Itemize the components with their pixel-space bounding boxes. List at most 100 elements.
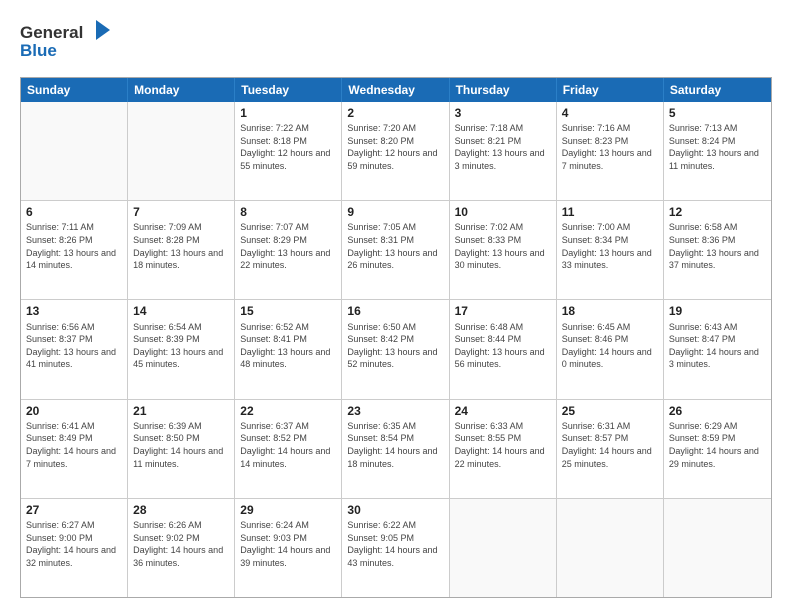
calendar-cell: 23Sunrise: 6:35 AM Sunset: 8:54 PM Dayli… bbox=[342, 400, 449, 498]
day-info: Sunrise: 7:18 AM Sunset: 8:21 PM Dayligh… bbox=[455, 122, 551, 172]
day-info: Sunrise: 6:41 AM Sunset: 8:49 PM Dayligh… bbox=[26, 420, 122, 470]
day-info: Sunrise: 6:37 AM Sunset: 8:52 PM Dayligh… bbox=[240, 420, 336, 470]
logo: General Blue bbox=[20, 18, 130, 67]
day-number: 23 bbox=[347, 403, 443, 419]
calendar-cell: 17 Sunrise: 6:48 AM Sunset: 8:44 PM Dayli… bbox=[450, 300, 557, 398]
calendar-row: 20Sunrise: 6:41 AM Sunset: 8:49 PM Dayli… bbox=[21, 400, 771, 499]
calendar-cell: 14 Sunrise: 6:54 AM Sunset: 8:39 PM Dayli… bbox=[128, 300, 235, 398]
day-number: 5 bbox=[669, 105, 766, 121]
weekday-header: Tuesday bbox=[235, 78, 342, 102]
calendar-header: SundayMondayTuesdayWednesdayThursdayFrid… bbox=[21, 78, 771, 102]
day-number: 21 bbox=[133, 403, 229, 419]
day-info: Sunrise: 7:22 AM Sunset: 8:18 PM Dayligh… bbox=[240, 122, 336, 172]
day-info: Sunrise: 6:22 AM Sunset: 9:05 PM Dayligh… bbox=[347, 519, 443, 569]
day-info: Sunrise: 6:24 AM Sunset: 9:03 PM Dayligh… bbox=[240, 519, 336, 569]
calendar-cell: 7Sunrise: 7:09 AM Sunset: 8:28 PM Daylig… bbox=[128, 201, 235, 299]
weekday-header: Sunday bbox=[21, 78, 128, 102]
calendar-cell: 6Sunrise: 7:11 AM Sunset: 8:26 PM Daylig… bbox=[21, 201, 128, 299]
day-info: Sunrise: 6:50 AM Sunset: 8:42 PM Dayligh… bbox=[347, 321, 443, 371]
weekday-header: Friday bbox=[557, 78, 664, 102]
calendar-body: 1Sunrise: 7:22 AM Sunset: 8:18 PM Daylig… bbox=[21, 102, 771, 597]
day-info: Sunrise: 7:09 AM Sunset: 8:28 PM Dayligh… bbox=[133, 221, 229, 271]
logo-svg: General Blue bbox=[20, 18, 130, 62]
day-number: 2 bbox=[347, 105, 443, 121]
day-info: Sunrise: 7:16 AM Sunset: 8:23 PM Dayligh… bbox=[562, 122, 658, 172]
calendar-cell: 2Sunrise: 7:20 AM Sunset: 8:20 PM Daylig… bbox=[342, 102, 449, 200]
calendar-row: 1Sunrise: 7:22 AM Sunset: 8:18 PM Daylig… bbox=[21, 102, 771, 201]
day-info: Sunrise: 6:56 AM Sunset: 8:37 PM Dayligh… bbox=[26, 321, 122, 371]
day-number: 18 bbox=[562, 303, 658, 319]
day-info: Sunrise: 7:05 AM Sunset: 8:31 PM Dayligh… bbox=[347, 221, 443, 271]
day-number: 27 bbox=[26, 502, 122, 518]
day-info: Sunrise: 7:11 AM Sunset: 8:26 PM Dayligh… bbox=[26, 221, 122, 271]
calendar-row: 13 Sunrise: 6:56 AM Sunset: 8:37 PM Dayli… bbox=[21, 300, 771, 399]
calendar-cell bbox=[664, 499, 771, 597]
day-info: Sunrise: 7:13 AM Sunset: 8:24 PM Dayligh… bbox=[669, 122, 766, 172]
day-info: Sunrise: 6:58 AM Sunset: 8:36 PM Dayligh… bbox=[669, 221, 766, 271]
day-info: Sunrise: 7:20 AM Sunset: 8:20 PM Dayligh… bbox=[347, 122, 443, 172]
calendar-cell: 21Sunrise: 6:39 AM Sunset: 8:50 PM Dayli… bbox=[128, 400, 235, 498]
calendar-cell: 5Sunrise: 7:13 AM Sunset: 8:24 PM Daylig… bbox=[664, 102, 771, 200]
day-number: 12 bbox=[669, 204, 766, 220]
weekday-header: Monday bbox=[128, 78, 235, 102]
calendar-cell: 9Sunrise: 7:05 AM Sunset: 8:31 PM Daylig… bbox=[342, 201, 449, 299]
day-number: 10 bbox=[455, 204, 551, 220]
calendar-cell: 29Sunrise: 6:24 AM Sunset: 9:03 PM Dayli… bbox=[235, 499, 342, 597]
calendar-cell: 28Sunrise: 6:26 AM Sunset: 9:02 PM Dayli… bbox=[128, 499, 235, 597]
page: General Blue SundayMondayTuesdayWednesda… bbox=[0, 0, 792, 612]
day-number: 25 bbox=[562, 403, 658, 419]
calendar-cell bbox=[450, 499, 557, 597]
calendar-cell: 13 Sunrise: 6:56 AM Sunset: 8:37 PM Dayli… bbox=[21, 300, 128, 398]
day-number: 30 bbox=[347, 502, 443, 518]
header: General Blue bbox=[20, 18, 772, 67]
day-number: 29 bbox=[240, 502, 336, 518]
calendar-cell: 22Sunrise: 6:37 AM Sunset: 8:52 PM Dayli… bbox=[235, 400, 342, 498]
calendar-cell: 25Sunrise: 6:31 AM Sunset: 8:57 PM Dayli… bbox=[557, 400, 664, 498]
day-info: Sunrise: 6:54 AM Sunset: 8:39 PM Dayligh… bbox=[133, 321, 229, 371]
calendar-cell bbox=[21, 102, 128, 200]
day-number: 11 bbox=[562, 204, 658, 220]
day-info: Sunrise: 6:29 AM Sunset: 8:59 PM Dayligh… bbox=[669, 420, 766, 470]
day-number: 26 bbox=[669, 403, 766, 419]
day-info: Sunrise: 6:43 AM Sunset: 8:47 PM Dayligh… bbox=[669, 321, 766, 371]
calendar-cell: 12Sunrise: 6:58 AM Sunset: 8:36 PM Dayli… bbox=[664, 201, 771, 299]
calendar-row: 27Sunrise: 6:27 AM Sunset: 9:00 PM Dayli… bbox=[21, 499, 771, 597]
calendar-cell: 1Sunrise: 7:22 AM Sunset: 8:18 PM Daylig… bbox=[235, 102, 342, 200]
weekday-header: Saturday bbox=[664, 78, 771, 102]
calendar-cell: 20Sunrise: 6:41 AM Sunset: 8:49 PM Dayli… bbox=[21, 400, 128, 498]
day-info: Sunrise: 7:07 AM Sunset: 8:29 PM Dayligh… bbox=[240, 221, 336, 271]
calendar-cell: 27Sunrise: 6:27 AM Sunset: 9:00 PM Dayli… bbox=[21, 499, 128, 597]
day-info: Sunrise: 6:35 AM Sunset: 8:54 PM Dayligh… bbox=[347, 420, 443, 470]
day-info: Sunrise: 7:00 AM Sunset: 8:34 PM Dayligh… bbox=[562, 221, 658, 271]
day-info: Sunrise: 6:52 AM Sunset: 8:41 PM Dayligh… bbox=[240, 321, 336, 371]
day-number: 16 bbox=[347, 303, 443, 319]
day-number: 13 bbox=[26, 303, 122, 319]
day-info: Sunrise: 6:26 AM Sunset: 9:02 PM Dayligh… bbox=[133, 519, 229, 569]
day-number: 3 bbox=[455, 105, 551, 121]
calendar-cell: 15 Sunrise: 6:52 AM Sunset: 8:41 PM Dayli… bbox=[235, 300, 342, 398]
day-number: 9 bbox=[347, 204, 443, 220]
day-number: 1 bbox=[240, 105, 336, 121]
day-info: Sunrise: 6:48 AM Sunset: 8:44 PM Dayligh… bbox=[455, 321, 551, 371]
day-info: Sunrise: 6:39 AM Sunset: 8:50 PM Dayligh… bbox=[133, 420, 229, 470]
calendar-cell: 4Sunrise: 7:16 AM Sunset: 8:23 PM Daylig… bbox=[557, 102, 664, 200]
svg-text:Blue: Blue bbox=[20, 41, 57, 60]
calendar-cell: 26Sunrise: 6:29 AM Sunset: 8:59 PM Dayli… bbox=[664, 400, 771, 498]
day-number: 28 bbox=[133, 502, 229, 518]
weekday-header: Thursday bbox=[450, 78, 557, 102]
day-number: 17 bbox=[455, 303, 551, 319]
calendar-cell: 3Sunrise: 7:18 AM Sunset: 8:21 PM Daylig… bbox=[450, 102, 557, 200]
weekday-header: Wednesday bbox=[342, 78, 449, 102]
day-number: 7 bbox=[133, 204, 229, 220]
calendar-cell: 19Sunrise: 6:43 AM Sunset: 8:47 PM Dayli… bbox=[664, 300, 771, 398]
day-number: 8 bbox=[240, 204, 336, 220]
calendar-cell: 16 Sunrise: 6:50 AM Sunset: 8:42 PM Dayli… bbox=[342, 300, 449, 398]
calendar-row: 6Sunrise: 7:11 AM Sunset: 8:26 PM Daylig… bbox=[21, 201, 771, 300]
day-number: 14 bbox=[133, 303, 229, 319]
day-number: 15 bbox=[240, 303, 336, 319]
day-info: Sunrise: 6:45 AM Sunset: 8:46 PM Dayligh… bbox=[562, 321, 658, 371]
day-number: 24 bbox=[455, 403, 551, 419]
day-number: 6 bbox=[26, 204, 122, 220]
calendar-cell: 10Sunrise: 7:02 AM Sunset: 8:33 PM Dayli… bbox=[450, 201, 557, 299]
day-info: Sunrise: 6:31 AM Sunset: 8:57 PM Dayligh… bbox=[562, 420, 658, 470]
